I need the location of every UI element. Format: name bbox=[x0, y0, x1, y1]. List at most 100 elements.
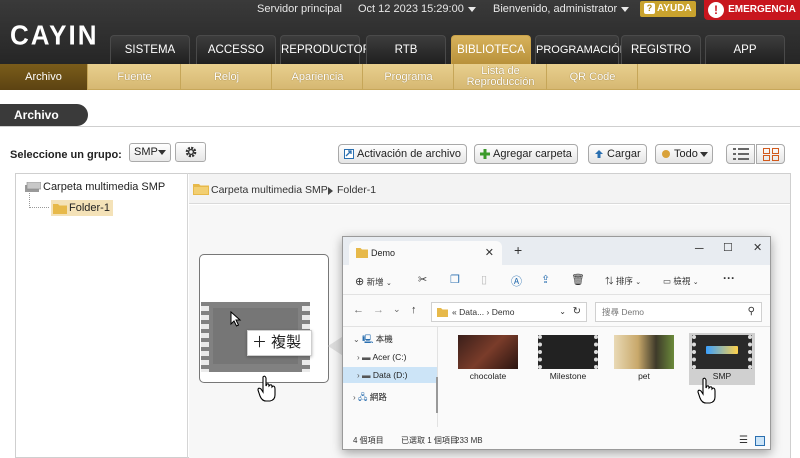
sort-button[interactable]: ⇅ 排序 ⌄ bbox=[605, 275, 641, 287]
tree-item-folder-1[interactable]: Folder-1 bbox=[51, 200, 113, 216]
recent-chevron-icon[interactable]: ⌄ bbox=[393, 304, 401, 315]
cut-icon[interactable]: ✂ bbox=[418, 273, 427, 286]
divider bbox=[0, 126, 800, 127]
nav-item-network[interactable]: › 🖧 網路 bbox=[353, 389, 387, 405]
chevron-right-icon: › bbox=[353, 393, 356, 402]
view-button[interactable]: ▭ 檢視 ⌄ bbox=[663, 275, 699, 287]
emergency-button[interactable]: ! EMERGENCIA bbox=[704, 0, 800, 20]
rename-icon[interactable]: Ⓐ bbox=[511, 273, 522, 289]
chevron-right-icon: › bbox=[357, 371, 360, 380]
folder-icon bbox=[193, 184, 209, 195]
view-label: 檢視 bbox=[673, 276, 691, 286]
sort-icon: ⇅ bbox=[605, 276, 614, 286]
subtab-fuente[interactable]: Fuente bbox=[89, 64, 181, 90]
chevron-down-icon: ⌄ bbox=[559, 307, 566, 316]
breadcrumb-root[interactable]: Carpeta multimedia SMP bbox=[211, 184, 328, 196]
copy-icon[interactable]: ❐ bbox=[450, 273, 460, 286]
chevron-down-icon: ⌄ bbox=[692, 279, 699, 286]
tab-sistema[interactable]: SISTEMA bbox=[110, 35, 190, 64]
cayin-logo bbox=[706, 346, 738, 354]
upload-button[interactable]: Cargar bbox=[588, 144, 647, 164]
help-button[interactable]: ? AYUDA bbox=[640, 1, 696, 17]
filter-dropdown[interactable]: Todo bbox=[655, 144, 713, 164]
tab-reproductor[interactable]: REPRODUCTOR bbox=[280, 35, 371, 64]
file-thumbnail bbox=[458, 335, 518, 369]
question-icon: ? bbox=[644, 3, 655, 14]
subtab-lista-reproduccion[interactable]: Lista de Reproducción bbox=[455, 64, 547, 90]
tab-rtb[interactable]: RTB bbox=[366, 35, 446, 64]
close-icon[interactable]: ✕ bbox=[485, 241, 494, 265]
chevron-right-icon bbox=[328, 187, 333, 195]
tab-registro[interactable]: REGISTRO bbox=[621, 35, 701, 64]
details-view-icon[interactable]: ☰ bbox=[739, 431, 748, 449]
datetime-menu[interactable]: Oct 12 2023 15:29:00 bbox=[358, 3, 476, 15]
add-folder-label: Agregar carpeta bbox=[493, 148, 572, 160]
up-icon[interactable]: ↑ bbox=[411, 304, 417, 316]
explorer-nav-pane: ⌄ 🖳 本機 › ▬ Acer (C:) › ▬ Data (D:) › 🖧 網… bbox=[343, 327, 438, 427]
folder-icon bbox=[356, 248, 368, 258]
view-icon: ▭ bbox=[663, 276, 672, 286]
tiles-view-icon[interactable] bbox=[755, 436, 765, 446]
add-folder-button[interactable]: Agregar carpeta bbox=[474, 144, 578, 164]
file-activation-button[interactable]: Activación de archivo bbox=[338, 144, 467, 164]
tree-connector bbox=[29, 191, 49, 208]
paste-icon[interactable]: ▯ bbox=[481, 273, 487, 286]
explorer-tab[interactable]: Demo ✕ bbox=[349, 241, 502, 265]
breadcrumb: Carpeta multimedia SMP Folder-1 bbox=[189, 174, 790, 204]
address-bar[interactable]: « Data... › Demo ⌄ ↻ bbox=[431, 302, 587, 322]
back-icon[interactable]: ← bbox=[353, 304, 364, 316]
file-item-chocolate[interactable]: chocolate bbox=[455, 333, 521, 385]
status-selected: 已選取 1 個項目 bbox=[401, 436, 458, 445]
network-icon: 🖧 bbox=[358, 392, 368, 402]
tab-biblioteca[interactable]: BIBLIOTECA bbox=[451, 35, 531, 64]
file-name: chocolate bbox=[469, 371, 507, 381]
server-label: Servidor principal bbox=[257, 3, 342, 15]
forward-icon[interactable]: → bbox=[373, 304, 384, 316]
tab-app[interactable]: APP bbox=[705, 35, 785, 64]
more-icon[interactable]: ··· bbox=[723, 271, 735, 285]
share-icon[interactable]: ⇪ bbox=[541, 273, 550, 286]
refresh-icon[interactable]: ↻ bbox=[573, 303, 581, 321]
file-item-pet[interactable]: pet bbox=[611, 333, 677, 385]
tab-accesso[interactable]: ACCESSO bbox=[196, 35, 276, 64]
search-placeholder: 搜尋 Demo bbox=[602, 307, 645, 317]
sub-nav: Archivo Fuente Reloj Apariencia Programa… bbox=[0, 64, 800, 90]
delete-icon[interactable]: 🗑 bbox=[571, 273, 585, 286]
close-window-icon[interactable]: ✕ bbox=[753, 241, 762, 254]
nav-item-c-drive[interactable]: › ▬ Acer (C:) bbox=[357, 349, 406, 365]
group-settings-button[interactable] bbox=[175, 142, 206, 162]
user-menu[interactable]: Bienvenido, administrator bbox=[493, 3, 630, 15]
maximize-icon[interactable]: ☐ bbox=[723, 241, 733, 254]
datetime-text: Oct 12 2023 15:29:00 bbox=[358, 3, 464, 15]
new-label: 新增 bbox=[366, 277, 384, 287]
help-label: AYUDA bbox=[657, 3, 692, 14]
chevron-down-icon bbox=[621, 6, 630, 12]
nav-item-d-drive[interactable]: › ▬ Data (D:) bbox=[343, 367, 437, 383]
folder-tree: Carpeta multimedia SMP Folder-1 bbox=[15, 173, 188, 458]
new-tab-icon[interactable]: + bbox=[514, 242, 522, 258]
subtab-reloj[interactable]: Reloj bbox=[182, 64, 272, 90]
subtab-qr-code[interactable]: QR Code bbox=[548, 64, 638, 90]
new-plus-icon: ⊕ bbox=[355, 276, 365, 288]
subtab-programa[interactable]: Programa bbox=[364, 64, 454, 90]
new-button[interactable]: ⊕ 新增 ⌄ bbox=[355, 275, 392, 288]
breadcrumb-folder[interactable]: Folder-1 bbox=[337, 184, 376, 196]
subtab-apariencia[interactable]: Apariencia bbox=[273, 64, 363, 90]
explorer-tabbar: Demo ✕ + ─ ☐ ✕ bbox=[343, 237, 770, 265]
drive-icon: ▬ bbox=[362, 370, 371, 380]
file-item-milestone[interactable]: Milestone bbox=[535, 333, 601, 385]
nav-item-this-pc[interactable]: ⌄ 🖳 本機 bbox=[353, 331, 393, 347]
search-input[interactable]: 搜尋 Demo ⚲ bbox=[595, 302, 762, 322]
minimize-icon[interactable]: ─ bbox=[695, 241, 704, 255]
grid-view-button[interactable] bbox=[756, 144, 785, 164]
chevron-down-icon: ⌄ bbox=[385, 280, 392, 287]
file-thumbnail bbox=[692, 335, 752, 369]
scrollbar[interactable] bbox=[436, 377, 438, 413]
explorer-address-row: ← → ⌄ ↑ « Data... › Demo ⌄ ↻ 搜尋 Demo ⚲ bbox=[343, 297, 770, 327]
group-select[interactable]: SMP bbox=[129, 143, 171, 162]
drive-icon: ▬ bbox=[362, 352, 371, 362]
address-parent: Data... bbox=[459, 307, 485, 317]
subtab-archivo[interactable]: Archivo bbox=[0, 64, 88, 90]
list-view-button[interactable] bbox=[726, 144, 755, 164]
tab-programacion[interactable]: PROGRAMACIÓN bbox=[535, 35, 628, 64]
